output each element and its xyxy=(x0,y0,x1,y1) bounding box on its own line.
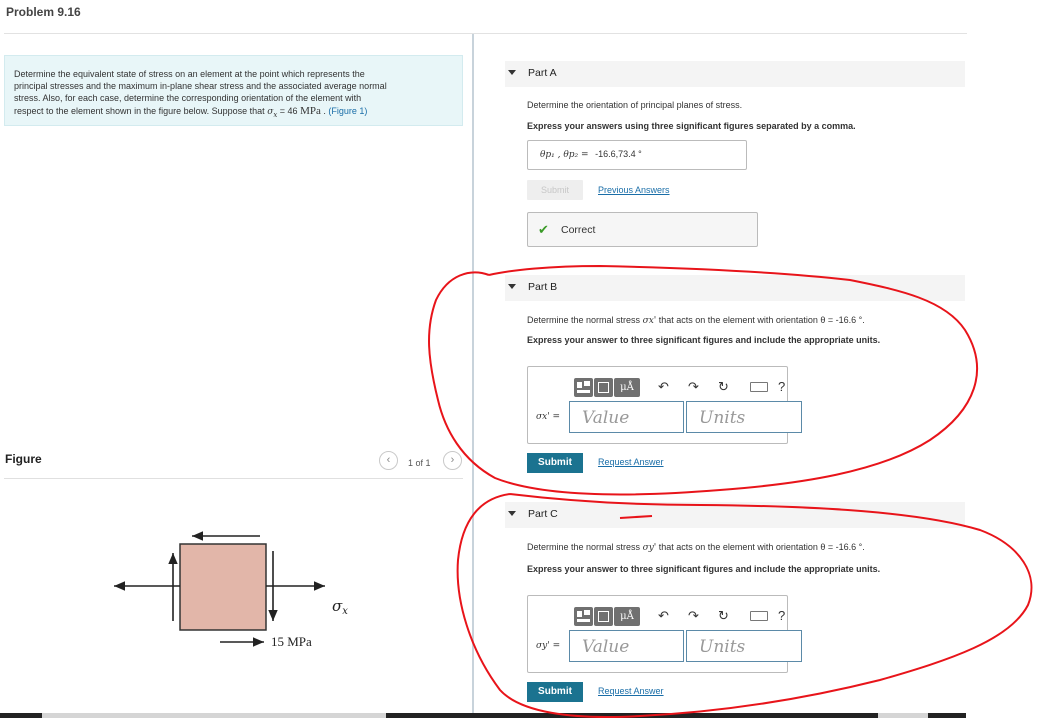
annotation-circle-part-b xyxy=(428,264,979,496)
red-annotation-overlay xyxy=(428,264,1033,718)
annotation-stroke xyxy=(619,515,653,519)
annotation-circle-part-c xyxy=(456,493,1033,718)
